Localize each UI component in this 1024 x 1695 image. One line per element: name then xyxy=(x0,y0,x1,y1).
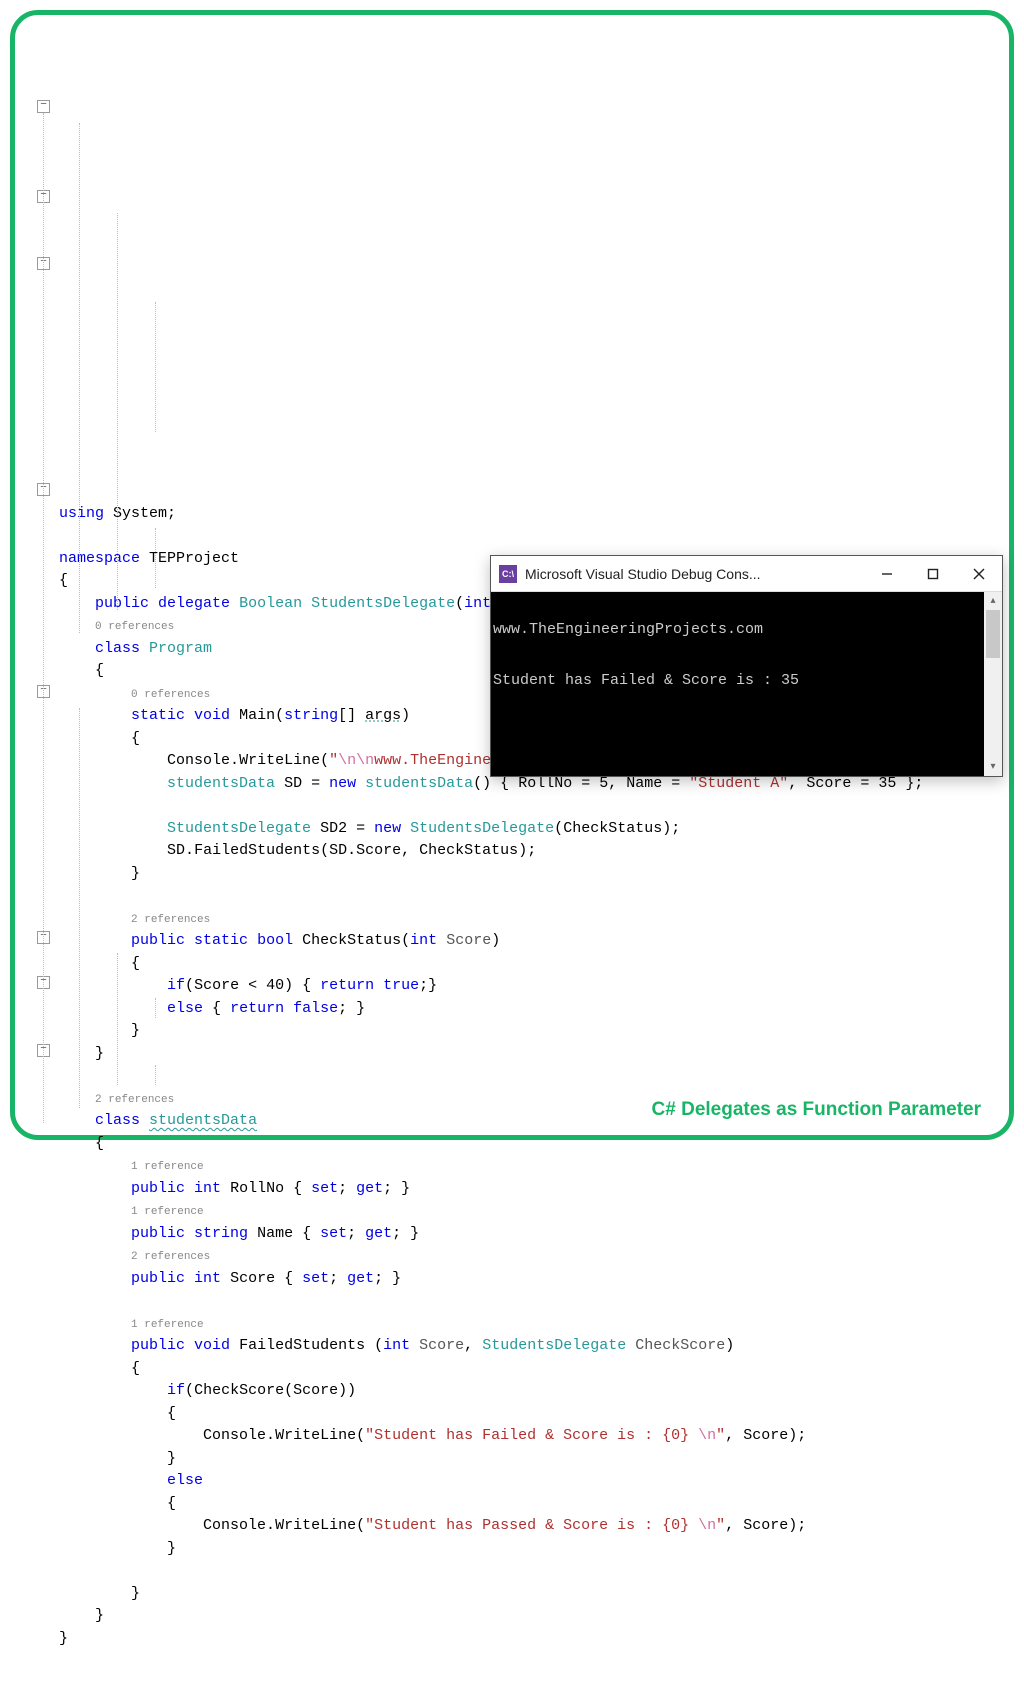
code-editor[interactable]: − − − − − − − − using System; namespace … xyxy=(35,30,989,1695)
debug-console-window[interactable]: C:\ Microsoft Visual Studio Debug Cons..… xyxy=(490,555,1003,777)
scroll-thumb[interactable] xyxy=(986,610,1000,658)
close-icon xyxy=(973,568,985,580)
close-button[interactable] xyxy=(956,556,1002,592)
console-scrollbar[interactable]: ▴ ▾ xyxy=(984,592,1002,776)
caption-label: C# Delegates as Function Parameter xyxy=(652,1099,981,1121)
minimize-icon xyxy=(881,568,893,580)
scroll-up-icon[interactable]: ▴ xyxy=(984,592,1002,610)
maximize-icon xyxy=(927,568,939,580)
code-frame: − − − − − − − − using System; namespace … xyxy=(10,10,1014,1140)
minimize-button[interactable] xyxy=(864,556,910,592)
console-line: www.TheEngineeringProjects.com Student h… xyxy=(491,604,996,689)
scroll-down-icon[interactable]: ▾ xyxy=(984,758,1002,776)
console-output[interactable]: www.TheEngineeringProjects.com Student h… xyxy=(491,592,1002,776)
collapse-icon[interactable]: − xyxy=(37,100,50,113)
console-app-icon: C:\ xyxy=(499,565,517,583)
maximize-button[interactable] xyxy=(910,556,956,592)
console-titlebar[interactable]: C:\ Microsoft Visual Studio Debug Cons..… xyxy=(491,556,1002,592)
console-title: Microsoft Visual Studio Debug Cons... xyxy=(525,566,864,582)
